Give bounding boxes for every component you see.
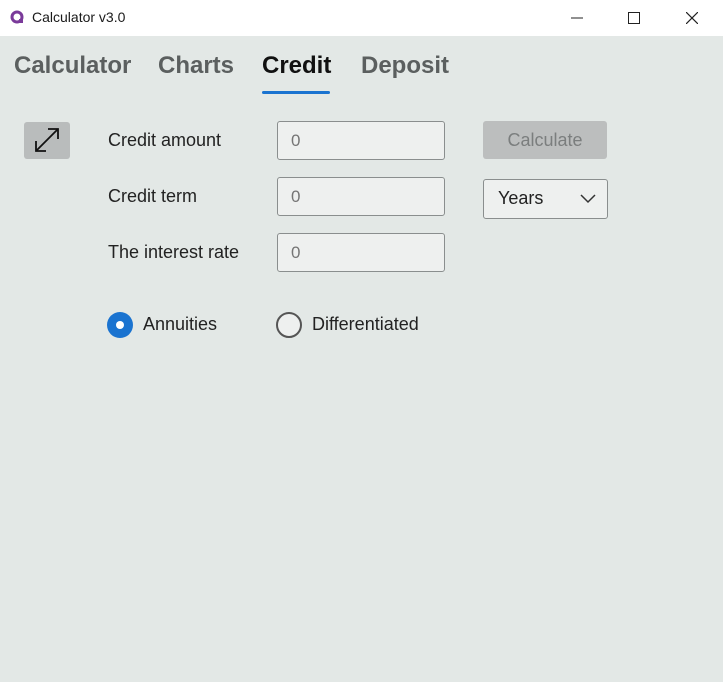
close-icon [686, 12, 698, 24]
tab-deposit[interactable]: Deposit [361, 52, 449, 80]
minimize-icon [571, 17, 583, 19]
credit-amount-label: Credit amount [108, 130, 222, 150]
minimize-button[interactable] [554, 0, 600, 36]
calculate-button[interactable]: Calculate [483, 121, 607, 159]
tab-calculator[interactable]: Calculator [14, 52, 131, 80]
annuities-radio[interactable]: Annuities [107, 312, 227, 338]
radio-unchecked-indicator [276, 312, 302, 338]
maximize-button[interactable] [611, 0, 657, 36]
active-tab-indicator [262, 91, 330, 94]
differentiated-radio[interactable]: Differentiated [276, 312, 436, 338]
interest-rate-input[interactable] [277, 233, 445, 272]
chevron-down-icon [580, 194, 596, 204]
term-unit-select[interactable]: Years [483, 179, 608, 219]
differentiated-label: Differentiated [312, 314, 419, 334]
radio-checked-indicator [107, 312, 133, 338]
credit-amount-input[interactable] [277, 121, 445, 160]
close-button[interactable] [669, 0, 715, 36]
tab-charts[interactable]: Charts [158, 52, 234, 80]
expand-arrows-icon [35, 128, 59, 152]
annuities-label: Annuities [143, 314, 218, 334]
credit-term-label: Credit term [108, 186, 198, 206]
window-title: Calculator v3.0 [32, 9, 126, 25]
maximize-icon [628, 12, 640, 24]
title-bar: Calculator v3.0 [0, 0, 723, 36]
tab-credit[interactable]: Credit [262, 52, 331, 80]
credit-term-input[interactable] [277, 177, 445, 216]
expand-button[interactable] [24, 122, 70, 159]
term-unit-value: Years [498, 188, 544, 208]
app-logo-icon [10, 10, 24, 24]
interest-rate-label: The interest rate [108, 242, 240, 262]
